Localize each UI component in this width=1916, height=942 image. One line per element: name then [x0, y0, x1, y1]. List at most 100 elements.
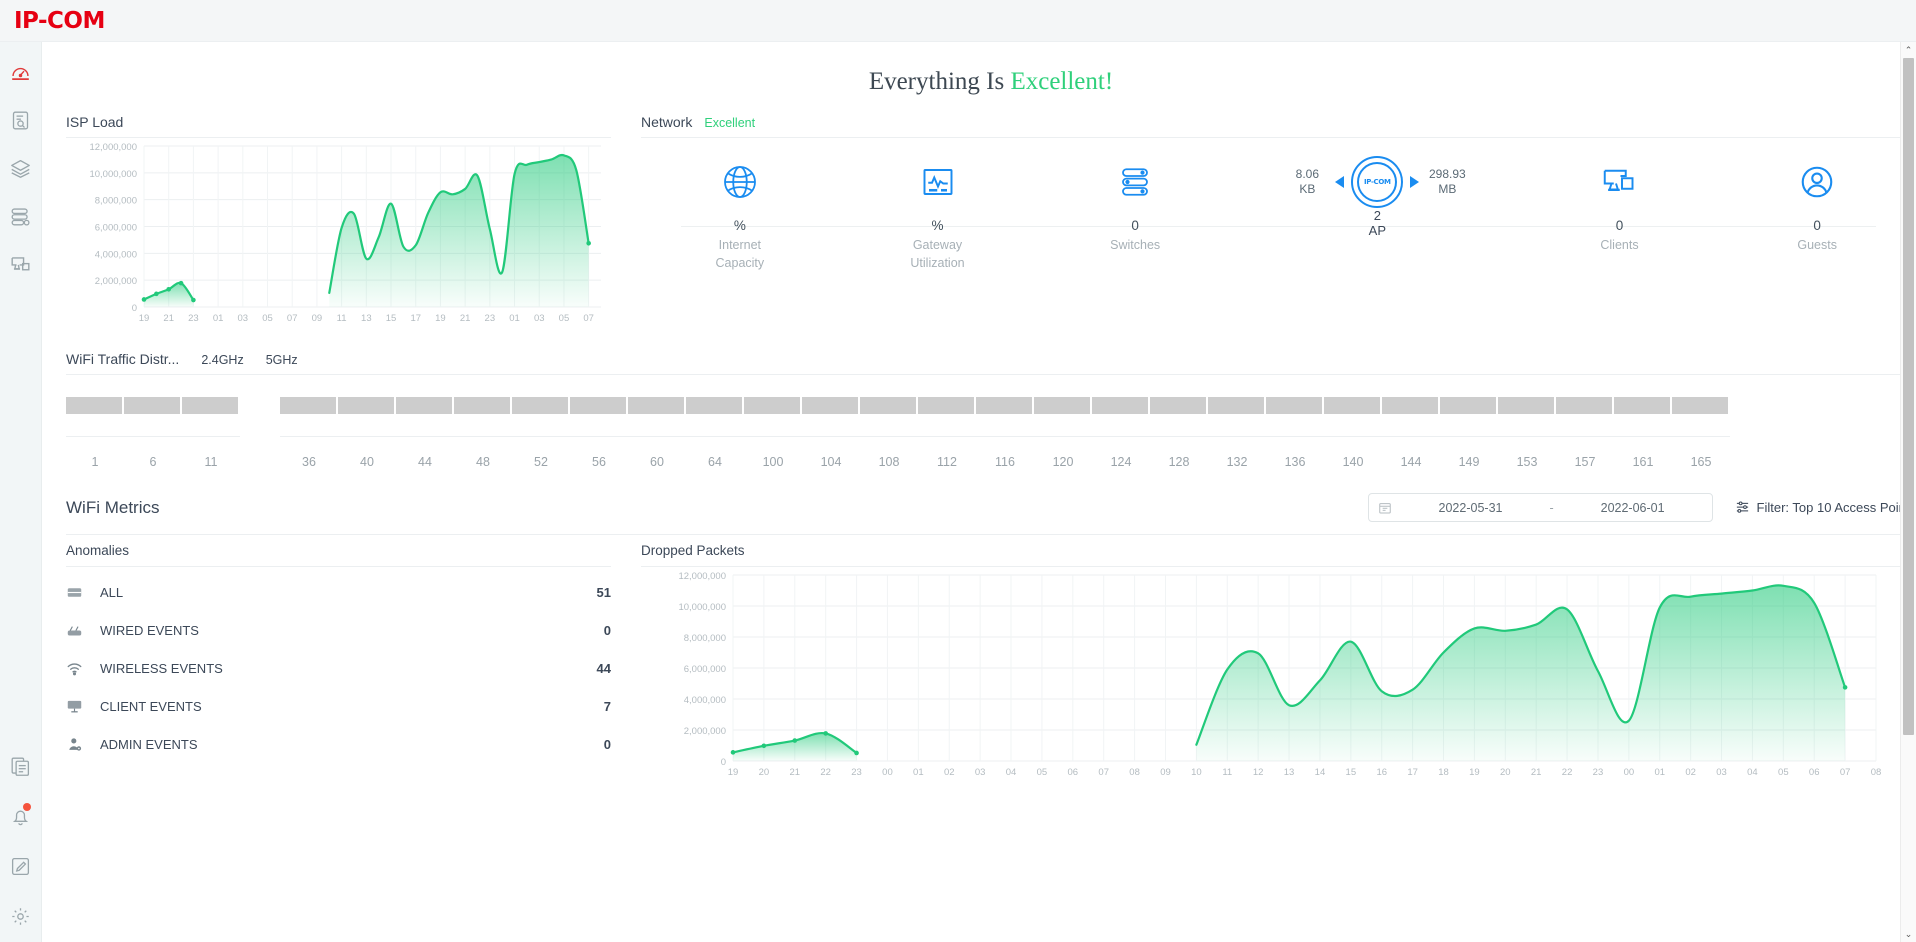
band-tab-2_4ghz[interactable]: 2.4GHz	[201, 353, 243, 367]
sidebar-item-settings[interactable]	[9, 904, 33, 928]
gateway-utilization-value: %	[931, 218, 944, 233]
x-axis-tick-label: 07	[287, 313, 298, 324]
network-tile-switches[interactable]: 0 Switches	[1036, 156, 1234, 254]
channel-label: 112	[937, 455, 957, 469]
channel-bar[interactable]	[338, 397, 394, 414]
x-axis-tick-label: 01	[913, 767, 924, 778]
wifi-traffic-title: WiFi Traffic Distr...	[66, 351, 180, 367]
channel-bar[interactable]	[1324, 397, 1380, 414]
channel-bar[interactable]	[860, 397, 916, 414]
channel-bar[interactable]	[918, 397, 974, 414]
channel-label: 144	[1400, 455, 1422, 469]
channel-bar[interactable]	[1092, 397, 1148, 414]
network-tile-ap[interactable]: 8.06 KB IP-COM 298.93 MB 2 AP	[1234, 156, 1521, 238]
channel-bar[interactable]	[628, 397, 684, 414]
channel-bar[interactable]	[1614, 397, 1670, 414]
chart-point	[178, 280, 184, 286]
x-axis-tick-label: 20	[759, 767, 770, 778]
scroll-down-arrow[interactable]: ⌄	[1901, 926, 1916, 942]
sidebar-item-reports[interactable]	[9, 108, 33, 132]
monitor-icon	[66, 698, 92, 715]
channel-bar[interactable]	[512, 397, 568, 414]
scrollbar-thumb[interactable]	[1903, 58, 1914, 736]
channel-label: 161	[1632, 455, 1654, 469]
arrow-right-icon	[1410, 176, 1420, 188]
sidebar-item-layers[interactable]	[9, 156, 33, 180]
chart-point	[586, 240, 591, 246]
isp-load-chart[interactable]: 0 2,000,000 4,000,000 6,000,000 8,000,000 10,…	[66, 138, 611, 333]
date-range-end[interactable]: 2022-06-01	[1563, 501, 1703, 515]
network-tile-clients[interactable]: 0 Clients	[1521, 156, 1719, 254]
report-search-icon	[10, 110, 31, 131]
channel-label: 108	[878, 455, 900, 469]
channel-bar[interactable]	[744, 397, 800, 414]
band-channel-labels: 1 6 11	[66, 437, 240, 469]
channel-bar[interactable]	[1440, 397, 1496, 414]
channel-bar[interactable]	[1208, 397, 1264, 414]
network-tile-internet-capacity[interactable]: % Internet Capacity	[641, 156, 839, 272]
channel-bar[interactable]	[1382, 397, 1438, 414]
channel-bar[interactable]	[182, 397, 238, 414]
scrollbar-track[interactable]	[1901, 58, 1916, 926]
x-axis-tick-label: 10	[1191, 767, 1202, 778]
anomaly-row[interactable]: WIRED EVENTS 0	[66, 611, 611, 649]
anomaly-row[interactable]: ALL 51	[66, 573, 611, 611]
network-tile-guests[interactable]: 0 Guests	[1718, 156, 1916, 254]
channel-bar[interactable]	[124, 397, 180, 414]
sidebar-item-devices[interactable]	[9, 204, 33, 228]
x-axis-tick-label: 09	[1160, 767, 1171, 778]
channel-bar[interactable]	[1556, 397, 1612, 414]
channel-bar[interactable]	[396, 397, 452, 414]
anomaly-row[interactable]: ADMIN EVENTS 0	[66, 725, 611, 763]
x-axis-tick-label: 11	[1222, 767, 1232, 778]
x-axis-tick-label: 07	[583, 313, 594, 324]
x-axis-tick-label: 21	[789, 767, 800, 778]
x-axis-tick-label: 19	[139, 313, 150, 324]
guests-value: 0	[1813, 218, 1821, 233]
scroll-up-arrow[interactable]: ⌃	[1901, 42, 1916, 58]
admin-user-icon	[66, 736, 92, 753]
anomaly-row[interactable]: CLIENT EVENTS 7	[66, 687, 611, 725]
channel-bar[interactable]	[976, 397, 1032, 414]
top-bar: IP-COM	[0, 0, 1916, 42]
sidebar-item-edit[interactable]	[9, 854, 33, 878]
network-title: Network Excellent	[641, 114, 1916, 138]
channel-label: 36	[302, 455, 316, 469]
x-axis-tick-label: 02	[944, 767, 955, 778]
date-range-picker[interactable]: 2022-05-31 - 2022-06-01	[1367, 493, 1713, 522]
band-tab-5ghz[interactable]: 5GHz	[266, 353, 298, 367]
x-axis-tick-label: 21	[163, 313, 174, 324]
filter-button[interactable]: Filter: Top 10 Access Points	[1735, 499, 1916, 517]
channel-bar[interactable]	[454, 397, 510, 414]
channel-bar[interactable]	[1034, 397, 1090, 414]
channel-bar[interactable]	[66, 397, 122, 414]
sidebar-item-clients[interactable]	[9, 252, 33, 276]
brand-logo[interactable]: IP-COM	[14, 8, 105, 34]
channel-bar[interactable]	[1498, 397, 1554, 414]
monitor-devices-icon	[1593, 156, 1646, 208]
anomalies-card: Anomalies ALL 51 WIRED EVENTS 0 WIRELESS EVE…	[66, 543, 611, 789]
channel-bar[interactable]	[1266, 397, 1322, 414]
channel-bar[interactable]	[1672, 397, 1728, 414]
y-axis-tick-label: 10,000,000	[89, 169, 137, 180]
channel-bar[interactable]	[1150, 397, 1206, 414]
documents-icon	[10, 756, 31, 777]
channel-bars-container: 1 6 11 36 40 44 48 52 56 60 64 100 104 108 112 116 120 12…	[66, 375, 1916, 469]
vertical-scrollbar[interactable]: ⌃ ⌄	[1900, 42, 1916, 942]
y-axis-tick-label: 2,000,000	[95, 276, 137, 287]
sidebar-item-notifications[interactable]	[9, 803, 33, 828]
channel-bar[interactable]	[280, 397, 336, 414]
internet-capacity-value: %	[733, 218, 746, 233]
channel-bar[interactable]	[686, 397, 742, 414]
dropped-packets-chart[interactable]: 0 2,000,000 4,000,000 6,000,000 8,000,000 10,…	[641, 567, 1916, 789]
channel-bar[interactable]	[570, 397, 626, 414]
date-range-start[interactable]: 2022-05-31	[1401, 501, 1541, 515]
network-tile-gateway-utilization[interactable]: % Gateway Utilization	[839, 156, 1037, 272]
chart-area-fill	[1196, 585, 1846, 761]
x-axis-tick-label: 19	[1469, 767, 1480, 778]
sidebar-item-dashboard[interactable]	[9, 60, 33, 84]
channel-bar[interactable]	[802, 397, 858, 414]
sidebar-item-documents[interactable]	[9, 754, 33, 778]
ap-upload-unit: MB	[1438, 182, 1457, 196]
anomaly-row[interactable]: WIRELESS EVENTS 44	[66, 649, 611, 687]
